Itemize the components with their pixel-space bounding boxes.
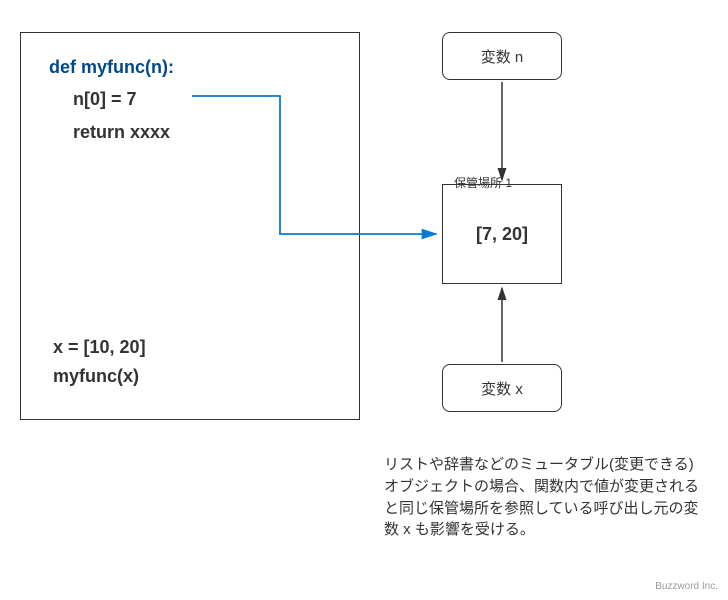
code-bottom-1: x = [10, 20]: [53, 333, 146, 362]
code-bottom: x = [10, 20] myfunc(x): [53, 333, 146, 391]
code-block: def myfunc(n): n[0] = 7 return xxxx x = …: [20, 32, 360, 420]
var-n-label: 変数 n: [481, 46, 524, 67]
var-x-label: 変数 x: [481, 378, 523, 399]
var-x-box: 変数 x: [442, 364, 562, 412]
storage-box: [7, 20]: [442, 184, 562, 284]
storage-value: [7, 20]: [476, 224, 528, 245]
code-def-line: def myfunc(n):: [49, 57, 331, 78]
explanation-text: リストや辞書などのミュータブル(変更できる)オブジェクトの場合、関数内で値が変更…: [384, 454, 704, 541]
code-body-1: n[0] = 7: [73, 86, 331, 113]
credit-text: Buzzword Inc.: [655, 581, 718, 592]
code-body-2: return xxxx: [73, 119, 331, 146]
code-bottom-2: myfunc(x): [53, 362, 146, 391]
var-n-box: 変数 n: [442, 32, 562, 80]
